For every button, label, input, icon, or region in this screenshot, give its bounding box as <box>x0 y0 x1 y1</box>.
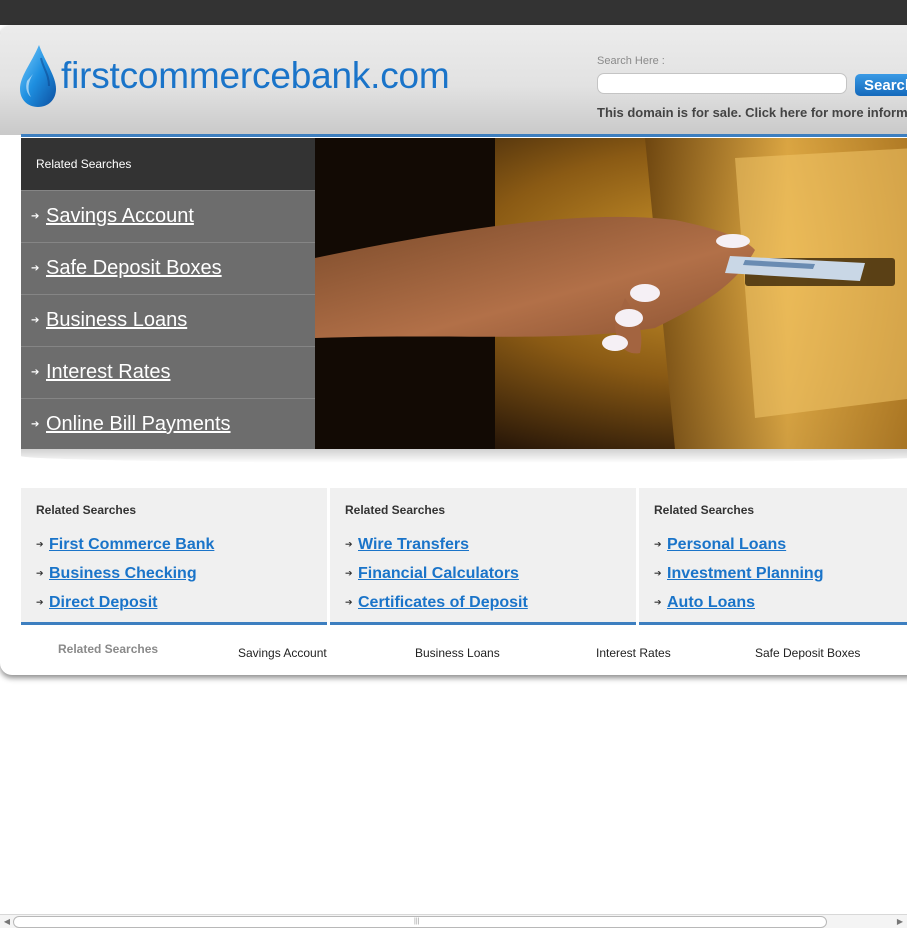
related-search-link[interactable]: Direct Deposit <box>49 594 157 612</box>
related-search-link[interactable]: Personal Loans <box>667 536 786 554</box>
related-search-link[interactable]: First Commerce Bank <box>49 536 214 554</box>
related-searches-box: Related Searches ➔ First Commerce Bank ➔… <box>21 488 327 625</box>
box-title: Related Searches <box>654 503 755 517</box>
sidebar-link[interactable]: Savings Account <box>46 205 194 228</box>
sidebar-item[interactable]: ➔ Interest Rates <box>21 346 315 398</box>
footer-title: Related Searches <box>58 642 159 656</box>
related-search-link[interactable]: Wire Transfers <box>358 536 469 554</box>
list-item: ➔ Direct Deposit <box>36 588 214 617</box>
header-divider <box>21 134 907 137</box>
related-search-link[interactable]: Auto Loans <box>667 594 755 612</box>
related-searches-box: Related Searches ➔ Wire Transfers ➔ Fina… <box>330 488 636 625</box>
sidebar-item[interactable]: ➔ Savings Account <box>21 190 315 242</box>
site-logo-text[interactable]: firstcommercebank.com <box>61 55 450 97</box>
related-searches-sidebar: Related Searches ➔ Savings Account ➔ Saf… <box>21 138 315 449</box>
box-link-list: ➔ Wire Transfers ➔ Financial Calculators… <box>345 530 528 617</box>
domain-sale-link[interactable]: This domain is for sale. Click here for … <box>597 105 907 120</box>
related-searches-box: Related Searches ➔ Personal Loans ➔ Inve… <box>639 488 907 625</box>
list-item: ➔ Investment Planning <box>654 559 823 588</box>
footer-link[interactable]: Savings Account <box>238 646 327 660</box>
arrow-right-icon: ➔ <box>31 315 40 326</box>
sidebar-link[interactable]: Online Bill Payments <box>46 413 231 436</box>
grip-icon: ||| <box>414 918 420 925</box>
sidebar-item[interactable]: ➔ Safe Deposit Boxes <box>21 242 315 294</box>
scroll-left-icon[interactable]: ◀ <box>2 917 12 927</box>
sidebar-item[interactable]: ➔ Online Bill Payments <box>21 398 315 450</box>
horizontal-scrollbar[interactable]: ◀ ||| ▶ <box>0 914 907 928</box>
sidebar-link[interactable]: Interest Rates <box>46 361 171 384</box>
arrow-right-icon: ➔ <box>345 597 353 607</box>
footer-link[interactable]: Safe Deposit Boxes <box>755 646 860 660</box>
arrow-right-icon: ➔ <box>36 597 44 607</box>
arrow-right-icon: ➔ <box>654 568 662 578</box>
related-search-link[interactable]: Business Checking <box>49 565 197 583</box>
scrollbar-thumb[interactable]: ||| <box>13 916 827 928</box>
search-label: Search Here : <box>597 55 665 67</box>
related-search-link[interactable]: Investment Planning <box>667 565 823 583</box>
sidebar-link[interactable]: Safe Deposit Boxes <box>46 257 222 280</box>
list-item: ➔ Personal Loans <box>654 530 823 559</box>
scroll-right-icon[interactable]: ▶ <box>895 917 905 927</box>
page-container: firstcommercebank.com Search Here : Sear… <box>0 25 907 675</box>
arrow-right-icon: ➔ <box>36 568 44 578</box>
box-title: Related Searches <box>345 503 446 517</box>
search-input[interactable] <box>597 73 847 94</box>
list-item: ➔ Auto Loans <box>654 588 823 617</box>
hero-image-atm <box>315 138 907 449</box>
sidebar-link[interactable]: Business Loans <box>46 309 187 332</box>
related-search-link[interactable]: Certificates of Deposit <box>358 594 528 612</box>
arrow-right-icon: ➔ <box>31 263 40 274</box>
list-item: ➔ Financial Calculators <box>345 559 528 588</box>
list-item: ➔ Business Checking <box>36 559 214 588</box>
arrow-right-icon: ➔ <box>31 211 40 222</box>
box-link-list: ➔ First Commerce Bank ➔ Business Checkin… <box>36 530 214 617</box>
water-drop-icon <box>20 45 56 107</box>
top-bar <box>0 0 907 25</box>
arrow-right-icon: ➔ <box>654 597 662 607</box>
arrow-right-icon: ➔ <box>654 539 662 549</box>
box-title: Related Searches <box>36 503 137 517</box>
atm-card-illustration <box>315 138 907 449</box>
list-item: ➔ Certificates of Deposit <box>345 588 528 617</box>
arrow-right-icon: ➔ <box>31 367 40 378</box>
sidebar-item[interactable]: ➔ Business Loans <box>21 294 315 346</box>
footer-link[interactable]: Business Loans <box>415 646 500 660</box>
hero-shadow <box>21 449 907 463</box>
related-search-link[interactable]: Financial Calculators <box>358 565 519 583</box>
arrow-right-icon: ➔ <box>36 539 44 549</box>
arrow-right-icon: ➔ <box>345 539 353 549</box>
footer-link[interactable]: Interest Rates <box>596 646 671 660</box>
sidebar-title: Related Searches <box>21 138 315 190</box>
search-button[interactable]: Search <box>855 74 907 96</box>
list-item: ➔ First Commerce Bank <box>36 530 214 559</box>
arrow-right-icon: ➔ <box>31 419 40 430</box>
box-link-list: ➔ Personal Loans ➔ Investment Planning ➔… <box>654 530 823 617</box>
arrow-right-icon: ➔ <box>345 568 353 578</box>
header: firstcommercebank.com Search Here : Sear… <box>0 25 907 135</box>
list-item: ➔ Wire Transfers <box>345 530 528 559</box>
